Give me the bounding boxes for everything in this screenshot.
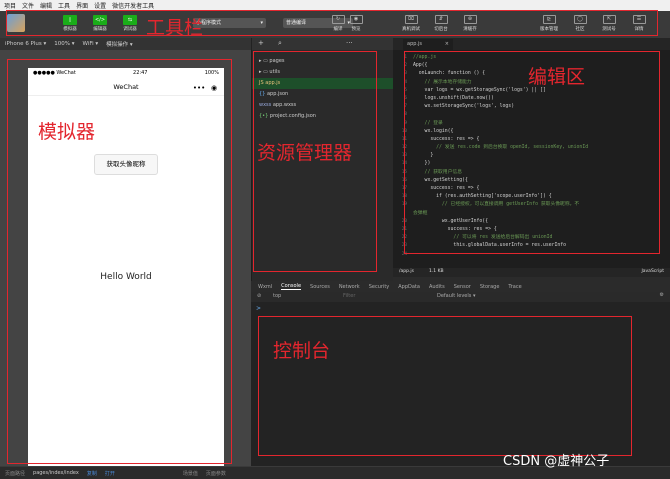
clear-console-icon[interactable]: ⊘ bbox=[257, 293, 261, 299]
tab-sensor[interactable]: Sensor bbox=[454, 284, 471, 290]
tab-storage[interactable]: Storage bbox=[480, 284, 500, 290]
tab-trace[interactable]: Trace bbox=[508, 284, 521, 290]
tab-sources[interactable]: Sources bbox=[310, 284, 330, 290]
network-select[interactable]: WiFi ▾ bbox=[83, 41, 99, 47]
gear-icon[interactable]: ⚙ bbox=[660, 292, 664, 298]
tab-audits[interactable]: Audits bbox=[429, 284, 445, 290]
close-icon[interactable]: × bbox=[445, 39, 449, 50]
explorer-annotation: 资源管理器 bbox=[257, 142, 353, 164]
console-prompt: > bbox=[256, 305, 262, 312]
tab-appdata[interactable]: AppData bbox=[398, 284, 420, 290]
menu-item-tools[interactable]: 工具 bbox=[58, 1, 70, 10]
add-file-icon[interactable]: + bbox=[258, 39, 264, 47]
file-path: /app.js bbox=[399, 269, 415, 274]
language-mode[interactable]: JavaScript bbox=[641, 269, 664, 274]
toolbar-highlight-box bbox=[6, 10, 658, 36]
copy-link[interactable]: 复制 bbox=[87, 470, 97, 477]
menu-item-file[interactable]: 文件 bbox=[22, 1, 34, 10]
console-annotation: 控制台 bbox=[273, 340, 331, 362]
filter-input[interactable]: Filter bbox=[343, 293, 355, 299]
simulate-action-select[interactable]: 模拟操作 ▾ bbox=[106, 40, 133, 48]
device-select[interactable]: iPhone 6 Plus ▾ bbox=[5, 41, 46, 47]
editor-tab-label: app.js bbox=[407, 41, 422, 47]
page-params-button[interactable]: 页面参数 bbox=[206, 470, 226, 477]
file-size: 1.1 KB bbox=[429, 269, 444, 274]
simulator-toolbar: iPhone 6 Plus ▾ 100% ▾ WiFi ▾ 模拟操作 ▾ bbox=[0, 38, 251, 50]
scene-value-button[interactable]: 场景值 bbox=[183, 470, 198, 477]
toolbar-annotation: 工具栏 bbox=[146, 17, 204, 39]
editor-tab-app-js[interactable]: app.js × bbox=[403, 39, 453, 50]
console-toolbar: ⊘ top Filter Default levels ▾ ⚙ bbox=[251, 292, 670, 302]
more-icon[interactable]: ··· bbox=[346, 39, 353, 47]
page-path-label: 页面路径 bbox=[5, 470, 26, 477]
page-path-value: pages/index/index bbox=[33, 470, 79, 476]
open-link[interactable]: 打开 bbox=[105, 470, 115, 477]
tab-wxml[interactable]: Wxml bbox=[258, 284, 272, 290]
tab-network[interactable]: Network bbox=[339, 284, 360, 290]
tab-console[interactable]: Console bbox=[281, 283, 302, 290]
context-select[interactable]: top bbox=[273, 293, 281, 299]
search-icon[interactable]: ⌕ bbox=[278, 39, 282, 48]
devtools-tabs: Wxml Console Sources Network Security Ap… bbox=[251, 281, 670, 292]
menu-item-view[interactable]: 界面 bbox=[76, 1, 88, 10]
zoom-select[interactable]: 100% ▾ bbox=[54, 41, 74, 47]
editor-status-bar: /app.js 1.1 KB JavaScript bbox=[393, 268, 670, 277]
editor-tabs: app.js × bbox=[393, 38, 670, 50]
editor-annotation: 编辑区 bbox=[528, 66, 586, 88]
explorer-toolbar: + ⌕ ··· bbox=[251, 38, 393, 50]
menu-item-project[interactable]: 项目 bbox=[4, 1, 16, 10]
simulator-annotation: 模拟器 bbox=[38, 121, 96, 143]
menu-item-settings[interactable]: 设置 bbox=[94, 1, 106, 10]
tab-security[interactable]: Security bbox=[369, 284, 390, 290]
menu-item-devtools[interactable]: 微信开发者工具 bbox=[112, 1, 154, 10]
levels-select[interactable]: Default levels ▾ bbox=[437, 293, 475, 299]
menu-item-edit[interactable]: 编辑 bbox=[40, 1, 52, 10]
csdn-watermark: CSDN @虚神公子 bbox=[503, 454, 610, 469]
